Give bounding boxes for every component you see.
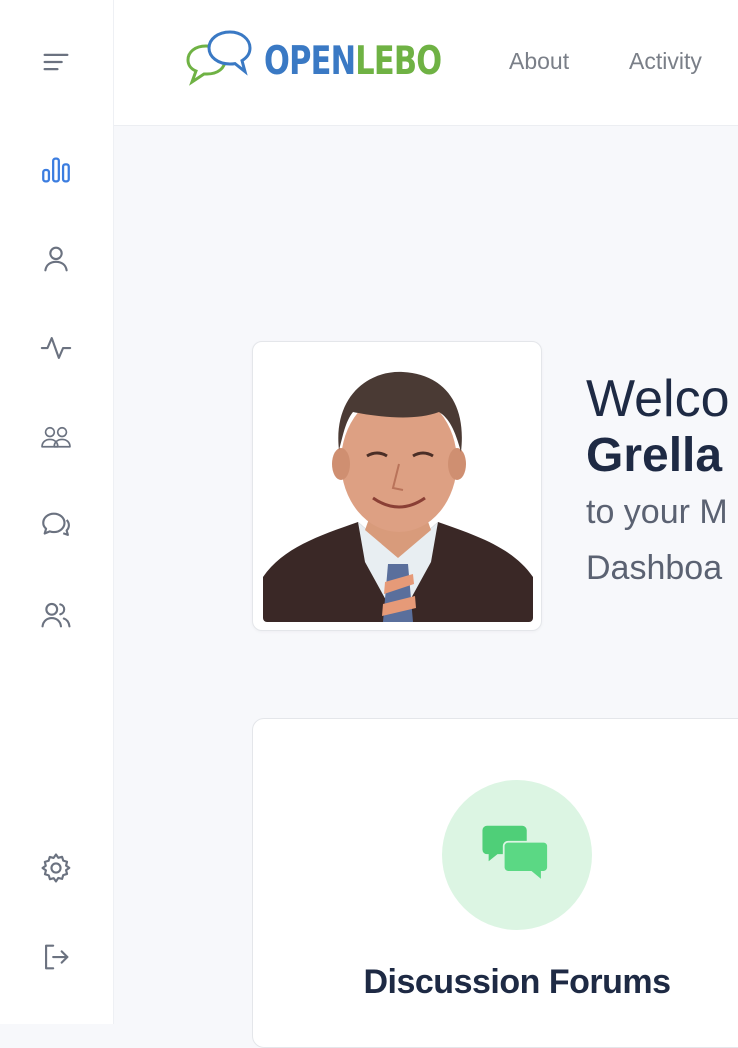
welcome-subtitle-line1: to your M [586,493,728,531]
sidebar-item-settings[interactable] [32,844,80,892]
chat-bubbles-icon [482,825,549,883]
logout-button[interactable] [32,933,80,981]
bar-chart-icon [42,157,70,183]
logout-icon [45,944,69,970]
sidebar [0,0,114,1024]
welcome-message: Welco Grella to your M Dashboa [586,370,738,596]
group-icon [41,426,71,448]
sidebar-item-groups[interactable] [32,413,80,461]
profile-photo-card [252,341,542,631]
sidebar-item-forums[interactable] [32,501,80,549]
discussion-forums-card[interactable]: Discussion Forums [252,718,738,1048]
sidebar-item-dashboard[interactable] [32,146,80,194]
users-icon [41,602,71,628]
profile-avatar [263,352,533,622]
menu-icon [43,53,69,71]
forum-icon-circle [442,780,592,930]
user-icon [44,246,68,272]
openlebo-logo-icon [186,30,252,86]
nav-link-about[interactable]: About [509,48,569,75]
profile-photo-image [263,352,533,622]
brand-logo[interactable]: OPENLEBO [184,28,491,94]
activity-pulse-icon [40,337,72,359]
gear-icon [41,853,71,883]
welcome-user-name: Grella [586,429,723,482]
discussion-forums-title: Discussion Forums [363,963,671,1001]
brand-wordmark-open: OPEN [264,38,356,84]
welcome-heading: Welco [586,370,730,428]
brand-wordmark-lebo: LEBO [355,38,442,84]
sidebar-item-members[interactable] [32,591,80,639]
menu-toggle-button[interactable] [32,38,80,86]
nav-link-activity[interactable]: Activity [629,48,702,75]
brand-wordmark: OPENLEBO [264,38,442,84]
sidebar-item-activity[interactable] [32,324,80,372]
chat-bubbles-icon [42,512,70,536]
top-navbar: OPENLEBO About Activity [114,0,738,126]
welcome-subtitle-line2: Dashboa [586,549,723,587]
sidebar-item-profile[interactable] [32,235,80,283]
